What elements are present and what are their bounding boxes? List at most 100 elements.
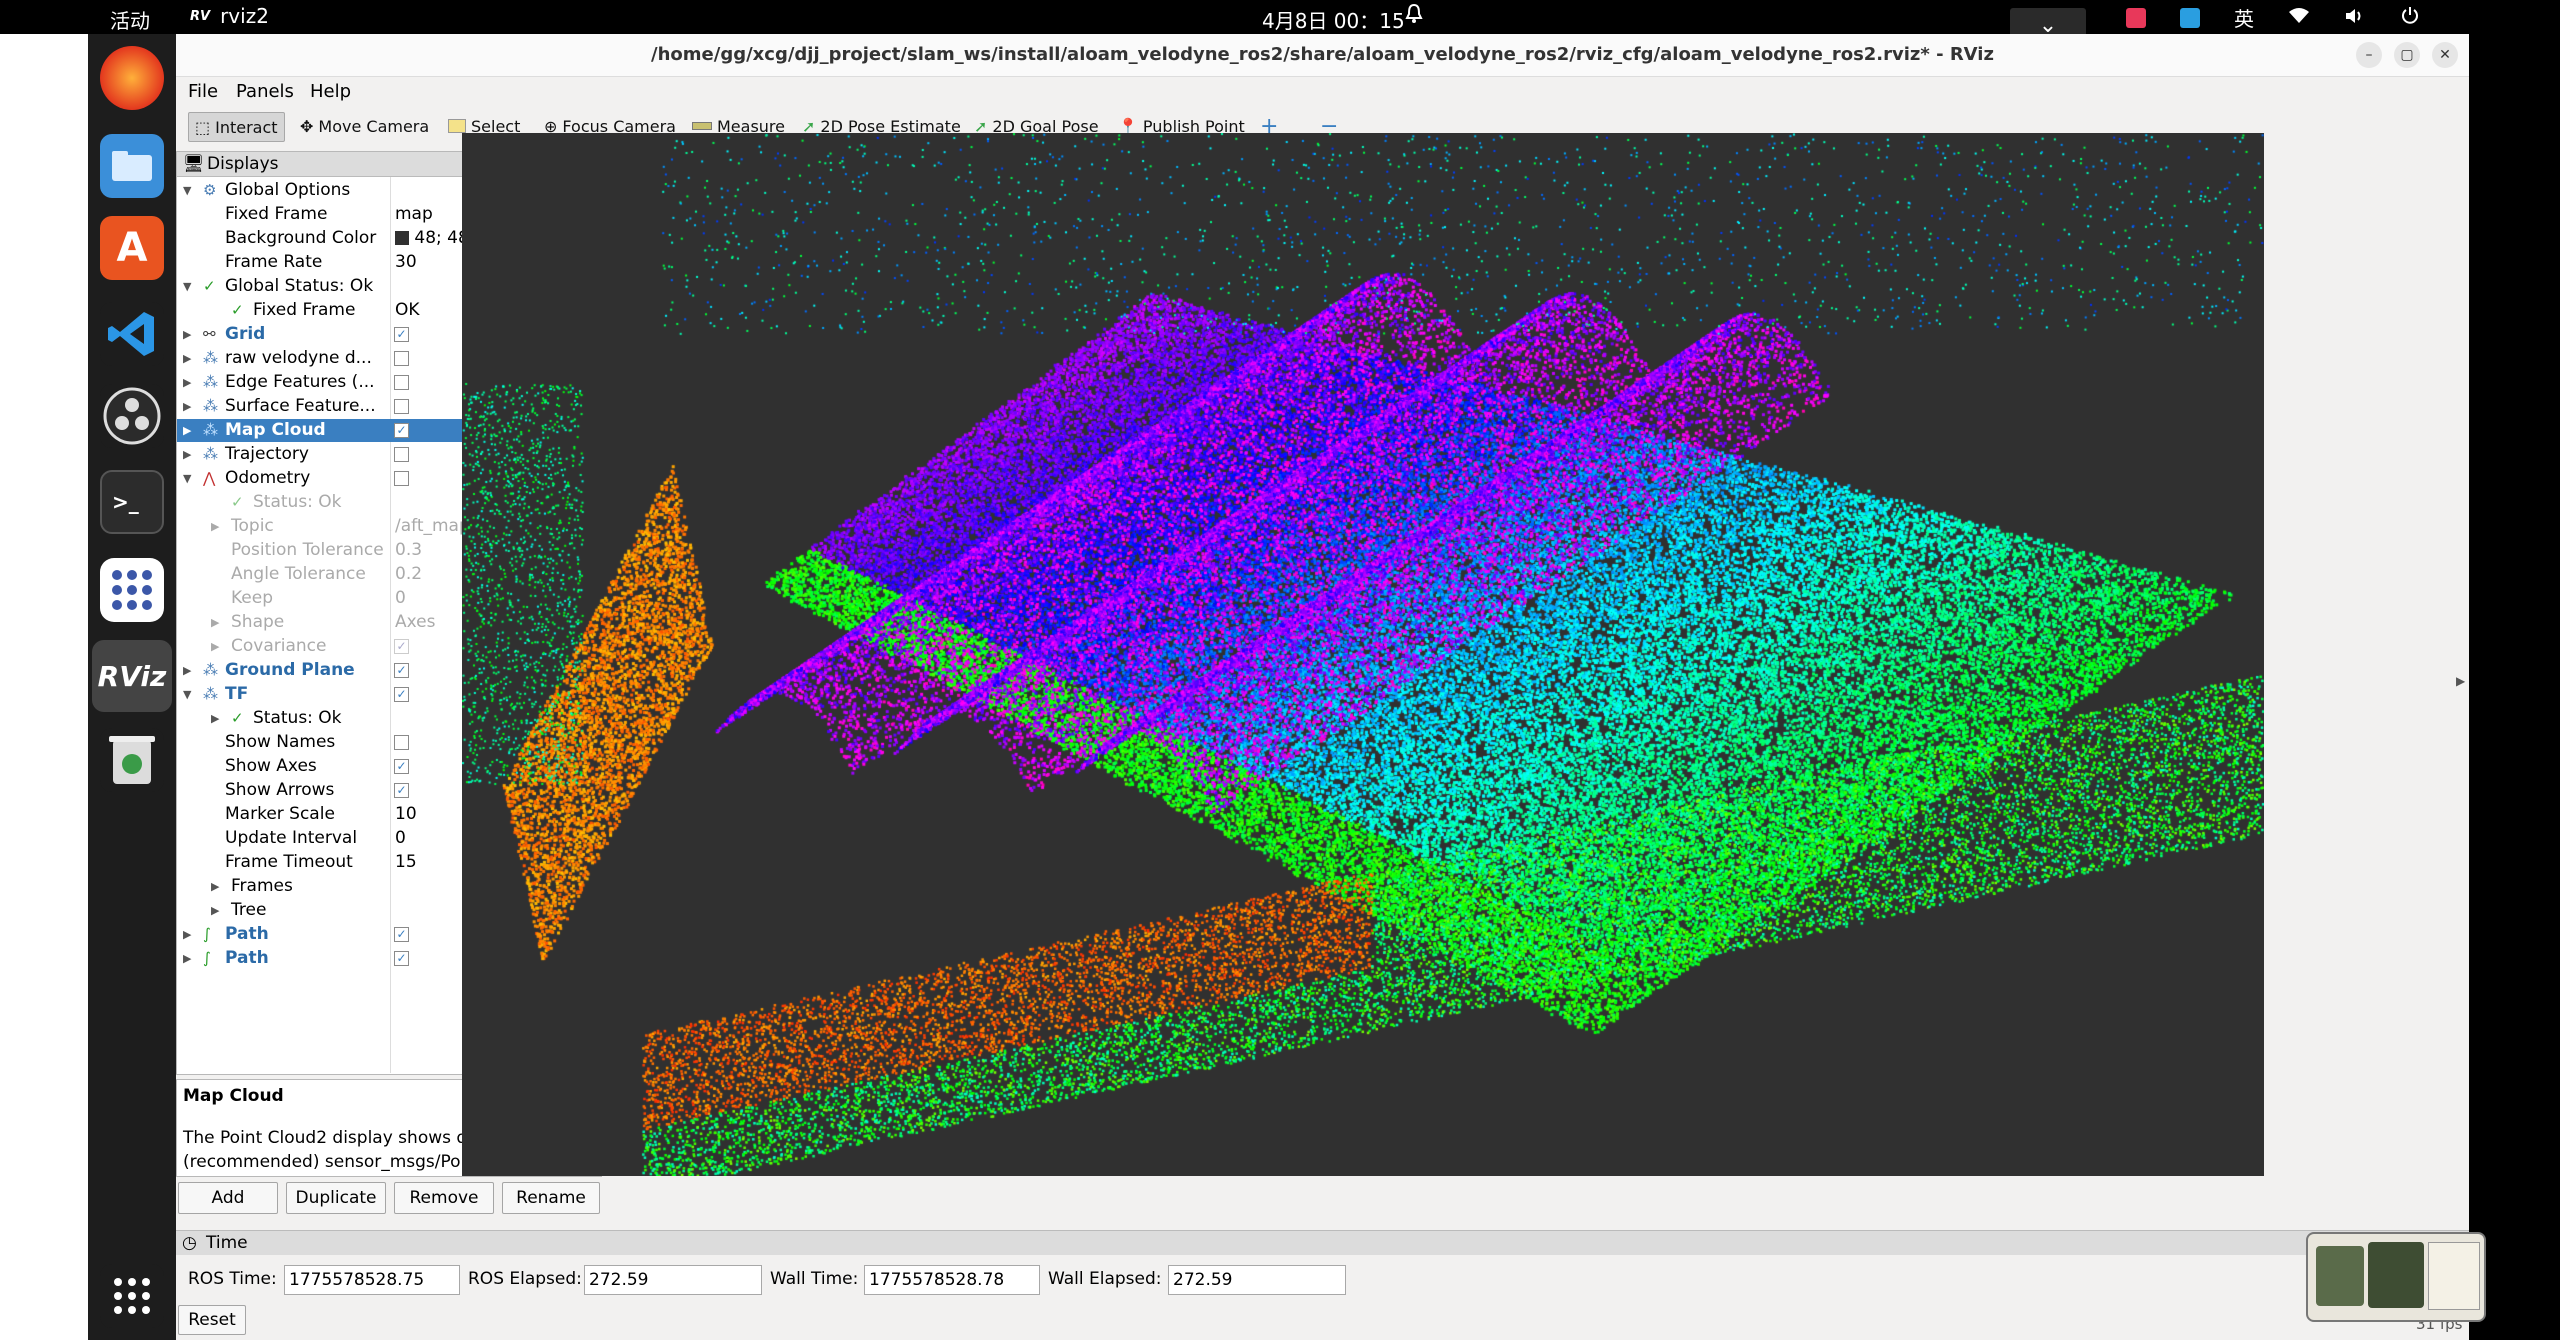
minimize-button[interactable]: – — [2356, 42, 2382, 68]
row-value[interactable]: 0.3 — [395, 539, 422, 562]
move-camera-label: Move Camera — [318, 116, 430, 136]
row-label: Fixed Frame — [225, 204, 328, 224]
close-button[interactable]: ✕ — [2432, 42, 2458, 68]
floating-widget[interactable] — [2306, 1232, 2486, 1322]
remove-button[interactable]: Remove — [394, 1182, 494, 1214]
ime-indicator[interactable]: 英 — [2234, 3, 2254, 32]
interact-tool[interactable]: ⬚ Interact — [188, 112, 285, 142]
power-icon[interactable] — [2400, 5, 2420, 30]
volume-icon[interactable] — [2344, 6, 2366, 30]
checkbox[interactable]: ✓ — [394, 663, 409, 678]
row-label: Marker Scale — [225, 804, 335, 824]
checkbox[interactable] — [394, 735, 409, 750]
activities-button[interactable]: 活动 — [110, 5, 150, 34]
terminal-icon[interactable]: >_ — [100, 470, 164, 534]
wall-elapsed-field[interactable]: 272.59 — [1168, 1265, 1346, 1295]
rename-button[interactable]: Rename — [502, 1182, 600, 1214]
3d-viewport[interactable] — [462, 133, 2264, 1176]
menu-file[interactable]: File — [188, 81, 218, 102]
bell-icon — [1405, 3, 1423, 30]
row-label: Edge Features (... — [225, 372, 375, 392]
reset-button[interactable]: Reset — [178, 1305, 246, 1335]
checkbox[interactable]: ✓ — [394, 927, 409, 942]
displays-title: Displays — [207, 154, 279, 174]
row-value[interactable]: 0 — [395, 587, 406, 610]
row-value[interactable]: 0 — [395, 827, 406, 850]
launcher-icon[interactable] — [100, 558, 164, 622]
row-value[interactable]: 15 — [395, 851, 417, 874]
menu-panels[interactable]: Panels — [236, 81, 294, 102]
checkbox[interactable]: ✓ — [394, 639, 409, 654]
checkbox[interactable] — [394, 471, 409, 486]
row-label: Fixed Frame — [253, 300, 356, 320]
checkbox[interactable] — [394, 351, 409, 366]
row-label: Path — [225, 924, 269, 944]
point-cloud-canvas[interactable] — [462, 133, 2264, 1176]
checkbox[interactable]: ✓ — [394, 327, 409, 342]
checkbox[interactable]: ✓ — [394, 423, 409, 438]
row-value[interactable]: 10 — [395, 803, 417, 826]
add-button[interactable]: Add — [178, 1182, 278, 1214]
row-label: Status: Ok — [253, 492, 342, 512]
firefox-icon[interactable] — [100, 46, 164, 110]
menu-help[interactable]: Help — [310, 81, 351, 102]
row-label: Angle Tolerance — [231, 564, 366, 584]
checkbox[interactable]: ✓ — [394, 687, 409, 702]
row-label: Global Status: Ok — [225, 276, 374, 296]
row-label: Update Interval — [225, 828, 358, 848]
row-value: OK — [395, 300, 420, 320]
network-icon[interactable] — [2288, 6, 2310, 30]
row-value[interactable]: 0.2 — [395, 563, 422, 586]
color-swatch — [395, 231, 409, 245]
row-label: Keep — [231, 588, 274, 608]
row-label: Odometry — [225, 468, 311, 488]
row-value[interactable]: 30 — [395, 251, 417, 274]
duplicate-button[interactable]: Duplicate — [286, 1182, 386, 1214]
row-label: Background Color — [225, 228, 377, 248]
files-icon[interactable] — [100, 134, 164, 198]
ros-elapsed-label: ROS Elapsed: — [468, 1269, 582, 1289]
wall-time-field[interactable]: 1775578528.78 — [864, 1265, 1040, 1295]
tray-app-icon[interactable] — [2126, 7, 2146, 28]
time-header: ◷ Time — [176, 1231, 2469, 1255]
scroll-icon — [2428, 1242, 2480, 1310]
checkbox[interactable] — [394, 447, 409, 462]
menu-bar: File Panels Help — [176, 77, 2469, 105]
row-label: Topic — [231, 516, 274, 536]
row-value[interactable]: Axes — [395, 611, 435, 634]
system-tray[interactable]: 英 — [2126, 3, 2420, 32]
row-label: Shape — [231, 612, 285, 632]
obs-icon[interactable] — [100, 384, 164, 448]
checkbox[interactable] — [394, 399, 409, 414]
maximize-button[interactable]: ▢ — [2394, 42, 2420, 68]
collapse-right-icon[interactable]: ▶ — [2456, 674, 2465, 688]
row-value[interactable]: map — [395, 203, 433, 226]
app-menu[interactable]: RV rviz2 — [190, 4, 269, 28]
show-apps-icon[interactable] — [100, 1264, 164, 1328]
app-center-icon[interactable]: A — [100, 216, 164, 280]
checkbox[interactable]: ✓ — [394, 759, 409, 774]
checkbox[interactable]: ✓ — [394, 951, 409, 966]
row-label: Status: Ok — [253, 708, 342, 728]
seal-icon — [2316, 1246, 2364, 1306]
monitor-icon: 🖥 — [183, 154, 205, 174]
ros-elapsed-field[interactable]: 272.59 — [584, 1265, 762, 1295]
clock[interactable]: 4月8日 00：15 — [1262, 5, 1405, 34]
ros-time-field[interactable]: 1775578528.75 — [284, 1265, 460, 1295]
row-label: Ground Plane — [225, 660, 355, 680]
tray-messenger-icon[interactable] — [2180, 7, 2200, 28]
row-label: raw velodyne d... — [225, 348, 372, 368]
row-label: Position Tolerance — [231, 540, 384, 560]
row-label: Path — [225, 948, 269, 968]
checkbox[interactable]: ✓ — [394, 783, 409, 798]
desktop: 活动 RV rviz2 4月8日 00：15 ⌄ 英 A >_ RViz /ho… — [0, 0, 2560, 1340]
rviz-small-icon: RV — [190, 8, 211, 24]
vscode-icon[interactable] — [100, 302, 164, 366]
move-camera-tool[interactable]: ✥ Move Camera — [300, 112, 429, 140]
rviz-dock-icon[interactable]: RViz — [92, 640, 172, 712]
row-label: Global Options — [225, 180, 351, 200]
move-icon: ✥ — [300, 116, 314, 136]
row-label: Covariance — [231, 636, 327, 656]
trash-icon[interactable] — [100, 728, 164, 792]
checkbox[interactable] — [394, 375, 409, 390]
